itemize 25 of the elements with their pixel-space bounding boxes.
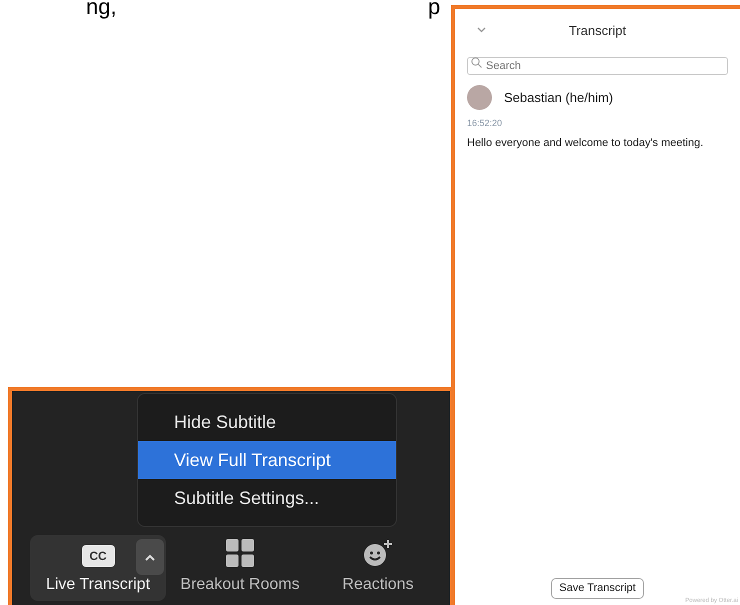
menu-item[interactable]: View Full Transcript (138, 441, 396, 479)
search-icon (471, 57, 482, 68)
toolbar-button[interactable]: CC Live Transcript (30, 535, 166, 601)
panel-title: Transcript (568, 22, 626, 40)
cc-icon: CC (82, 545, 114, 567)
caret-button[interactable] (136, 539, 164, 575)
toolbar-button[interactable]: Breakout Rooms (176, 535, 304, 601)
menu-item[interactable]: Hide Subtitle (138, 403, 396, 441)
heading-fragment: ng, (86, 0, 117, 18)
timestamp: 16:52:20 (467, 117, 504, 130)
avatar (467, 85, 492, 110)
button-label: Reactions (342, 575, 414, 595)
grid-icon (226, 539, 254, 567)
toolbar-button[interactable]: Reactions (314, 535, 442, 601)
search-field[interactable]: Search (467, 57, 728, 75)
button-label: Breakout Rooms (180, 575, 300, 595)
save-transcript-button[interactable]: Save Transcript (551, 578, 644, 599)
button-label: Live Transcript (46, 575, 150, 595)
transcript-text: Hello everyone and welcome to today's meeting. (467, 136, 704, 150)
chevron-down-icon[interactable] (477, 27, 486, 33)
menu-item[interactable]: Subtitle Settings... (138, 479, 396, 517)
caret-icon (145, 554, 155, 560)
smiley-plus-icon (363, 539, 393, 567)
heading-fragment: p (428, 0, 440, 18)
speaker-name: Sebastian (he/him) (504, 88, 614, 107)
